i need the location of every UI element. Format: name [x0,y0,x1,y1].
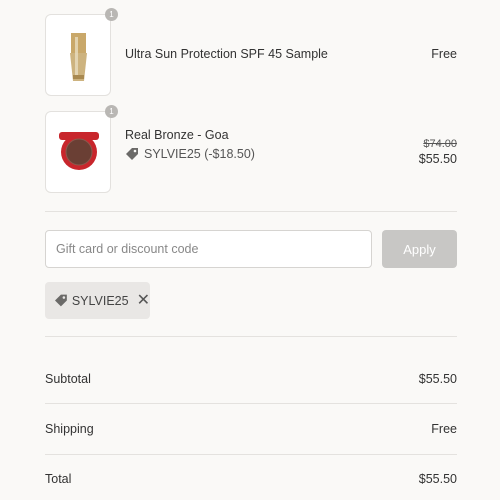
product-name: Real Bronze - Goa [125,128,229,142]
divider [45,454,457,455]
subtotal-label: Subtotal [45,372,91,386]
discount-code-input[interactable] [45,230,372,268]
divider [45,211,457,212]
product-thumbnail [45,111,111,193]
line-item-bronzer: 1 Real Bronze - Goa SYLVIE25 (-$18.50) $… [45,105,457,193]
sunscreen-tube-image [70,33,87,81]
shipping-value: Free [431,422,457,436]
item-discount: SYLVIE25 (-$18.50) [125,147,255,161]
tag-icon [126,148,138,160]
divider [45,336,457,337]
product-price: Free [431,47,457,61]
shipping-label: Shipping [45,422,94,436]
item-discount-text: SYLVIE25 (-$18.50) [144,147,255,161]
total-value: $55.50 [418,472,457,486]
line-item-sunscreen: 1 Ultra Sun Protection SPF 45 Sample Fre… [45,8,457,96]
product-thumbnail [45,14,111,96]
quantity-badge: 1 [105,8,118,21]
product-name: Ultra Sun Protection SPF 45 Sample [125,47,328,61]
quantity-badge: 1 [105,105,118,118]
subtotal-value: $55.50 [418,372,457,386]
original-price: $74.00 [423,138,457,150]
applied-discount-chip: SYLVIE25 ✕ [45,282,150,319]
applied-code: SYLVIE25 [71,293,129,308]
bronzer-compact-image [59,132,99,170]
product-price: $55.50 [418,152,457,166]
close-icon[interactable]: ✕ [137,292,150,309]
tag-icon [54,294,67,307]
total-label: Total [45,472,72,486]
divider [45,403,457,404]
apply-button[interactable]: Apply [382,230,457,268]
